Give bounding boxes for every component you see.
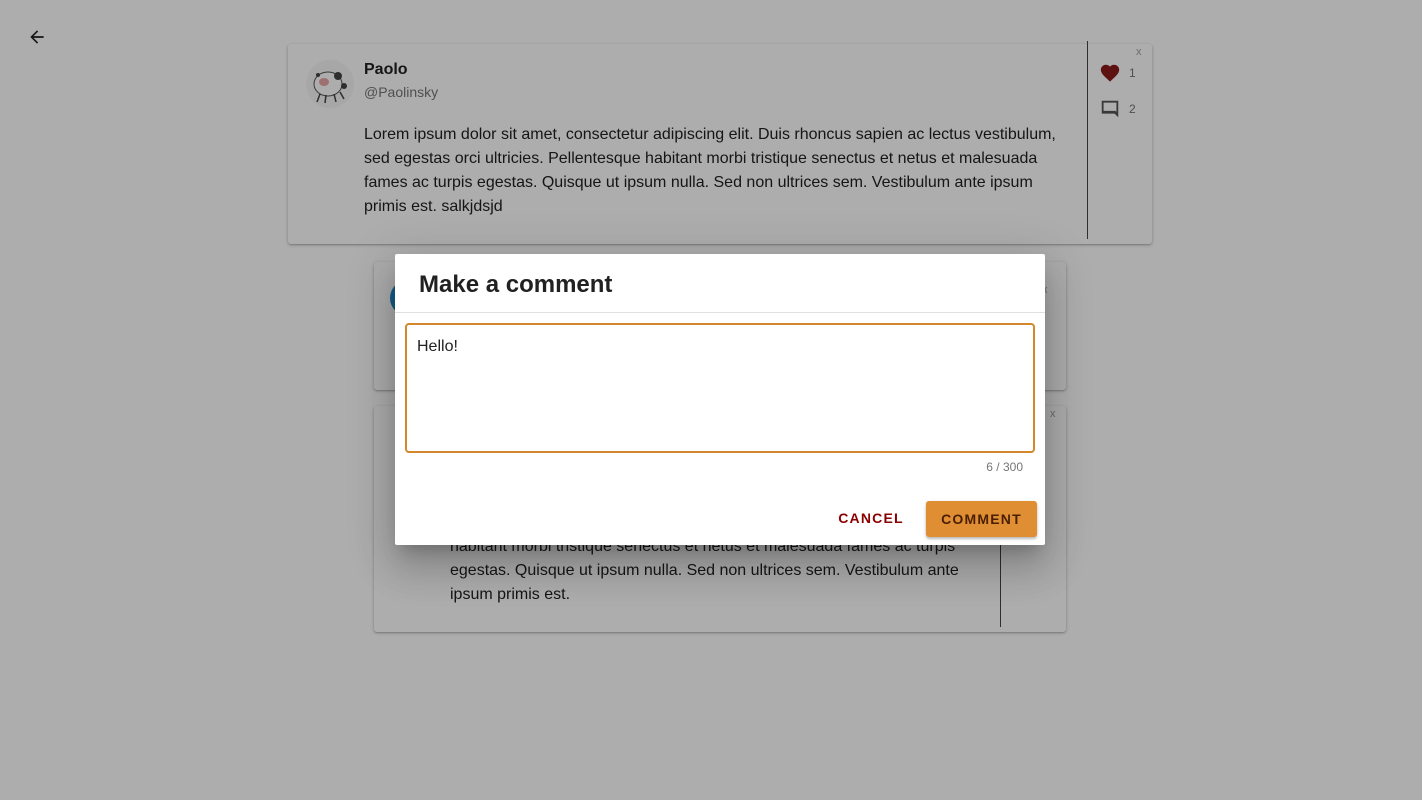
cancel-button[interactable]: CANCEL (828, 500, 914, 536)
dialog-title: Make a comment (419, 271, 613, 298)
comment-textarea[interactable]: Hello! (405, 323, 1035, 453)
dialog-divider (395, 312, 1045, 313)
comment-dialog: Make a comment Hello! 6 / 300 CANCEL COM… (395, 254, 1045, 545)
page: Paolo @Paolinsky Lorem ipsum dolor sit a… (0, 0, 1422, 800)
submit-comment-button[interactable]: COMMENT (926, 501, 1037, 537)
character-counter: 6 / 300 (986, 460, 1023, 474)
